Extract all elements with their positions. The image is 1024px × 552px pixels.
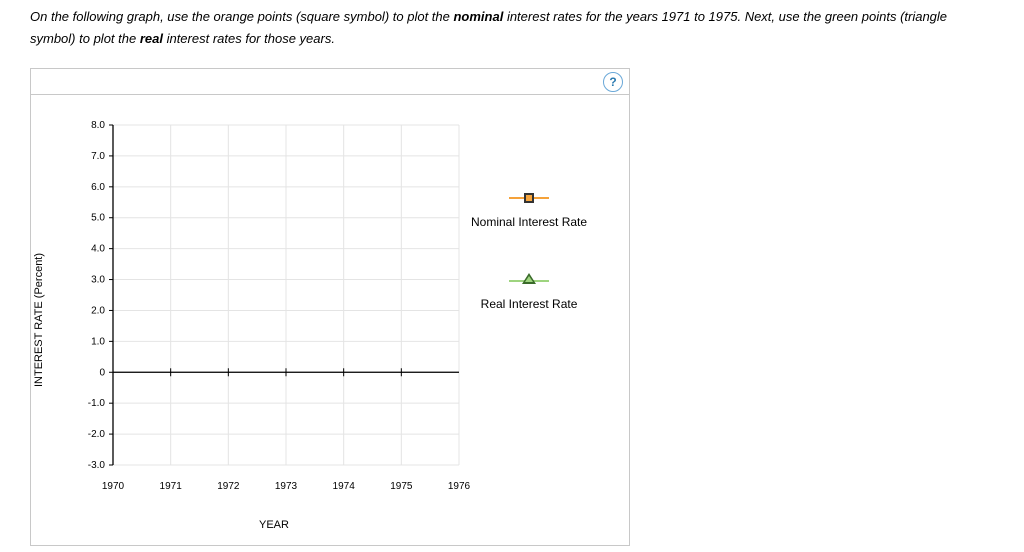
chart-panel: ? INTEREST RATE (Percent) 8.0 7.0 6.0 5.0 4.…: [30, 68, 630, 546]
y-axis-title: INTEREST RATE (Percent): [33, 253, 45, 387]
instruction-text: On the following graph, use the orange p…: [30, 6, 994, 50]
chart-legend: Nominal Interest Rate Real Interest Rate: [471, 191, 587, 355]
svg-text:3.0: 3.0: [91, 275, 105, 286]
svg-text:1975: 1975: [390, 481, 413, 492]
instr-bold1: nominal: [453, 9, 503, 24]
svg-text:1976: 1976: [448, 481, 471, 492]
svg-text:1974: 1974: [333, 481, 356, 492]
triangle-icon: [509, 273, 549, 287]
svg-text:8.0: 8.0: [91, 120, 105, 131]
svg-text:-2.0: -2.0: [88, 429, 106, 440]
svg-text:1972: 1972: [217, 481, 240, 492]
square-icon: [509, 191, 549, 205]
svg-text:1.0: 1.0: [91, 337, 105, 348]
instr-pre: On the following graph, use the orange p…: [30, 9, 453, 24]
legend-nominal-label: Nominal Interest Rate: [471, 215, 587, 229]
instr-post: interest rates for those years.: [163, 31, 335, 46]
svg-text:4.0: 4.0: [91, 244, 105, 255]
legend-real-label: Real Interest Rate: [471, 297, 587, 311]
svg-text:5.0: 5.0: [91, 213, 105, 224]
svg-text:0: 0: [99, 367, 105, 378]
svg-text:1973: 1973: [275, 481, 298, 492]
svg-text:-3.0: -3.0: [88, 460, 106, 471]
legend-real[interactable]: Real Interest Rate: [471, 273, 587, 311]
help-button[interactable]: ?: [603, 72, 623, 92]
svg-text:1970: 1970: [102, 481, 125, 492]
legend-nominal[interactable]: Nominal Interest Rate: [471, 191, 587, 229]
svg-text:-1.0: -1.0: [88, 398, 106, 409]
plot-axes: [109, 125, 459, 465]
plot-svg[interactable]: 8.0 7.0 6.0 5.0 4.0 3.0 2.0 1.0 0 -1.0 -2.0 -3.0 19…: [59, 95, 489, 515]
chart-toolbar: ?: [31, 69, 629, 95]
svg-text:1971: 1971: [160, 481, 183, 492]
chart-area[interactable]: INTEREST RATE (Percent) 8.0 7.0 6.0 5.0 4.0 3…: [31, 95, 629, 545]
svg-text:6.0: 6.0: [91, 182, 105, 193]
x-tick-labels: 1970 1971 1972 1973 1974 1975 1976: [102, 481, 471, 492]
x-axis-title: YEAR: [259, 519, 289, 531]
instr-bold2: real: [140, 31, 163, 46]
y-tick-labels: 8.0 7.0 6.0 5.0 4.0 3.0 2.0 1.0 0 -1.0 -2.0 -3.0: [88, 120, 106, 471]
svg-text:7.0: 7.0: [91, 151, 105, 162]
plot-grid: [113, 125, 459, 465]
svg-text:2.0: 2.0: [91, 306, 105, 317]
